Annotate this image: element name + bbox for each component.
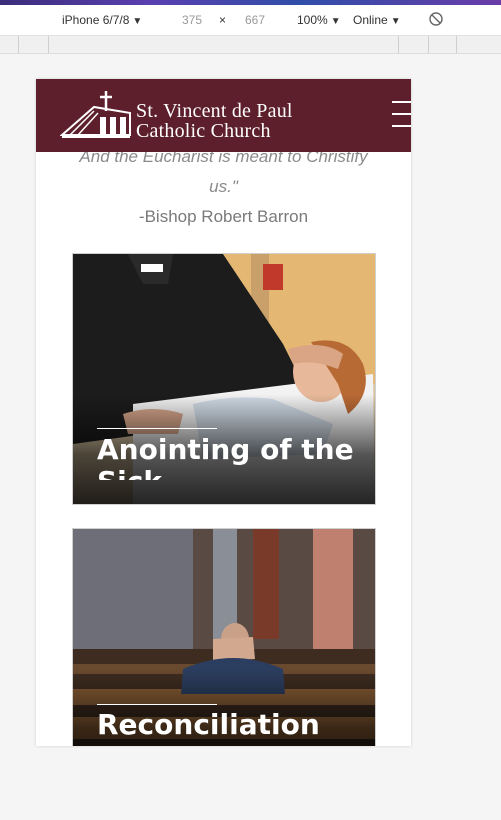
menu-bar <box>392 125 411 127</box>
sacrament-card-anointing[interactable]: Anointing of the Sick <box>72 253 376 505</box>
menu-bar <box>392 101 411 103</box>
ruler-mark <box>18 36 19 53</box>
menu-icon[interactable] <box>392 101 411 131</box>
chevron-down-icon: ▼ <box>390 16 401 27</box>
sacrament-card-reconciliation[interactable]: Reconciliation <box>72 528 376 746</box>
quote-block: And the Eucharist is meant to Christify … <box>36 142 411 232</box>
zoom-select[interactable]: 100% ▼ <box>297 13 341 27</box>
width-input[interactable]: 375 <box>182 13 202 27</box>
ruler-mark <box>398 36 399 53</box>
chevron-down-icon: ▼ <box>330 16 341 27</box>
quote-attribution: -Bishop Robert Barron <box>138 207 309 226</box>
card-title: Reconciliation <box>97 708 320 741</box>
logo-line-1: St. Vincent de Paul <box>136 100 293 122</box>
ruler-mark <box>456 36 457 53</box>
device-select-label: iPhone 6/7/8 <box>62 13 130 27</box>
ruler-mark <box>428 36 429 53</box>
device-select[interactable]: iPhone 6/7/8 ▼ <box>62 13 142 27</box>
logo-line-2: Catholic Church <box>136 120 271 142</box>
media-query-ruler[interactable] <box>0 36 501 54</box>
quote-text-line-2: us." <box>209 177 238 196</box>
zoom-select-label: 100% <box>297 13 328 27</box>
rotate-icon[interactable] <box>428 11 444 27</box>
dimension-separator: × <box>219 13 227 27</box>
chevron-down-icon: ▼ <box>132 16 143 27</box>
card-title-rule <box>97 428 217 429</box>
device-toolbar: iPhone 6/7/8 ▼ 375 × 667 100% ▼ Online ▼ <box>0 5 501 36</box>
card-title: Anointing of the Sick <box>97 434 354 480</box>
site-logo[interactable]: St. Vincent de Paul Catholic Church <box>136 101 293 141</box>
site-header: St. Vincent de Paul Catholic Church <box>36 79 411 152</box>
menu-bar <box>392 113 411 115</box>
ruler-mark <box>48 36 49 53</box>
church-logo-icon[interactable] <box>60 87 132 139</box>
height-input[interactable]: 667 <box>245 13 265 27</box>
network-select-label: Online <box>353 13 388 27</box>
card-title-rule <box>97 704 217 705</box>
device-viewport: St. Vincent de Paul Catholic Church And … <box>36 79 411 746</box>
network-select[interactable]: Online ▼ <box>353 13 401 27</box>
